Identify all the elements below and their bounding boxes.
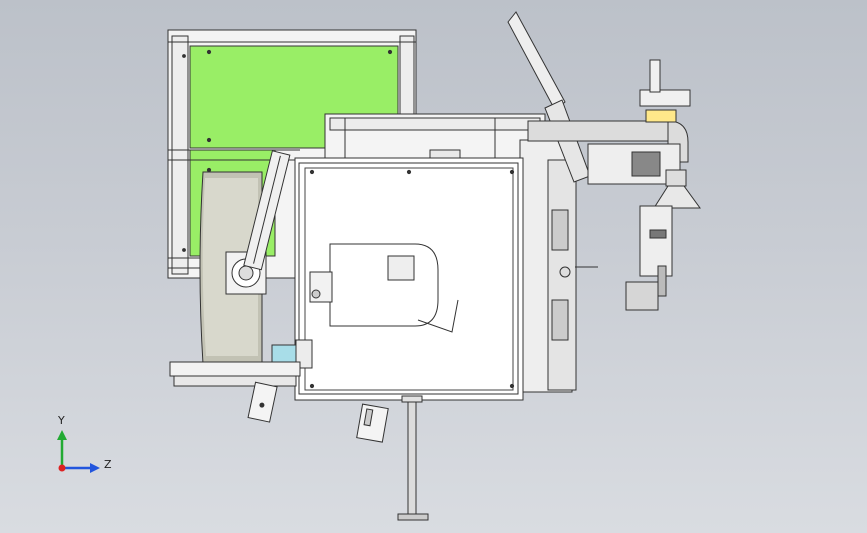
- main-enclosure: [294, 157, 524, 401]
- coordinate-triad-icon: [57, 430, 100, 473]
- support-stand: [397, 395, 429, 521]
- right-brackets: [625, 205, 673, 311]
- cad-model-drawing: [57, 11, 701, 521]
- y-axis-label: Y: [58, 414, 65, 427]
- z-axis-label: Z: [104, 458, 112, 471]
- cad-viewport[interactable]: Y Z: [0, 0, 867, 533]
